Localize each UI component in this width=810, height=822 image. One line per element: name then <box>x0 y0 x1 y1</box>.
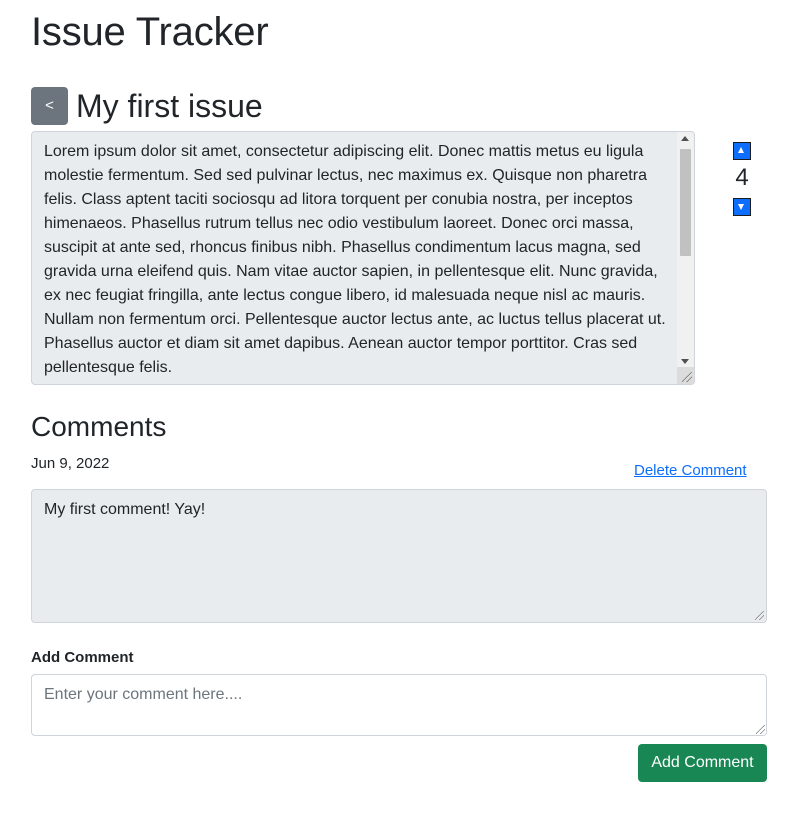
issue-description-text: Lorem ipsum dolor sit amet, consectetur … <box>44 143 666 376</box>
resize-grip-icon[interactable] <box>755 611 764 620</box>
comment-text: My first comment! Yay! <box>44 501 206 518</box>
upvote-button[interactable] <box>733 142 751 160</box>
issue-page: Issue Tracker < My first issue Lorem ips… <box>0 0 810 822</box>
triangle-up-icon <box>738 147 744 153</box>
app-title: Issue Tracker <box>31 10 269 54</box>
resize-handle[interactable] <box>677 367 694 384</box>
issue-header: < My first issue <box>31 84 263 128</box>
issue-title: My first issue <box>76 88 263 124</box>
scroll-down-arrow-icon[interactable] <box>681 359 689 364</box>
issue-description[interactable]: Lorem ipsum dolor sit amet, consectetur … <box>31 131 695 385</box>
comment-date: Jun 9, 2022 <box>31 455 110 472</box>
delete-comment-link[interactable]: Delete Comment <box>634 460 747 482</box>
vote-count: 4 <box>735 164 749 191</box>
comment-input[interactable] <box>31 674 767 736</box>
scroll-up-arrow-icon[interactable] <box>681 136 689 141</box>
triangle-down-icon <box>738 204 744 210</box>
vote-widget: 4 <box>722 140 762 216</box>
issue-description-scrollbar[interactable] <box>677 132 694 368</box>
downvote-button[interactable] <box>733 198 751 216</box>
resize-grip-icon <box>682 372 692 382</box>
add-comment-label: Add Comment <box>31 649 134 666</box>
scroll-thumb[interactable] <box>680 149 691 256</box>
back-button[interactable]: < <box>31 87 68 125</box>
comments-heading: Comments <box>31 411 167 442</box>
add-comment-button[interactable]: Add Comment <box>638 744 767 782</box>
comment-body[interactable]: My first comment! Yay! <box>31 489 767 623</box>
